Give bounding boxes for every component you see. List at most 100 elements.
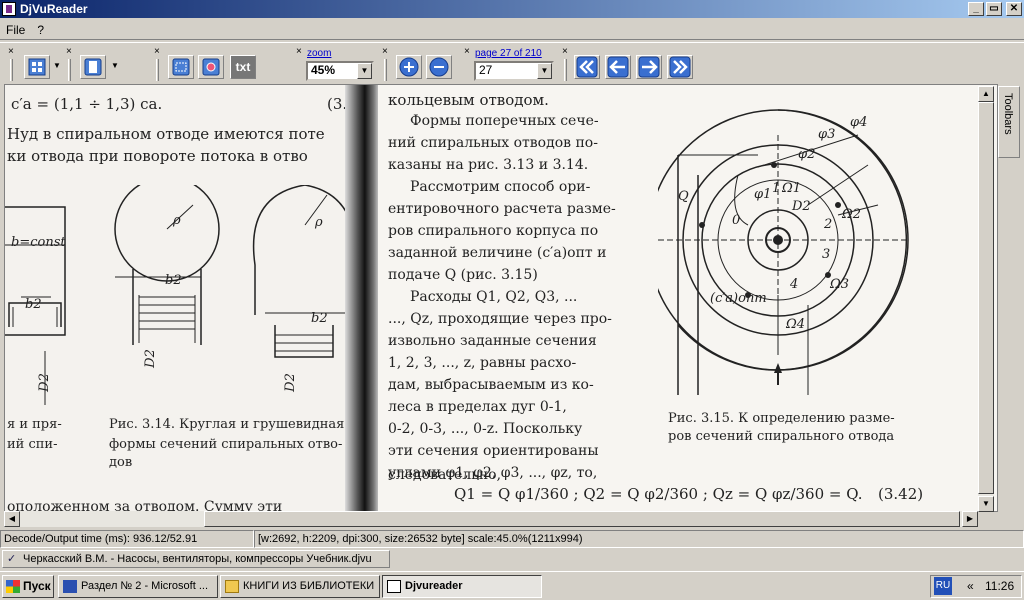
toolbar-close-icon[interactable]: × [296, 47, 306, 57]
prev-page-button[interactable] [605, 55, 631, 79]
taskbar-item-folder[interactable]: КНИГИ ИЗ БИБЛИОТЕКИ [220, 575, 380, 598]
right-text-line: ентировочного расчета разме- [388, 201, 616, 217]
right-text-line: ров спирального корпуса по [388, 223, 599, 239]
horizontal-scroll-thumb[interactable] [204, 511, 960, 527]
horizontal-scrollbar[interactable]: ◀ ▶ [4, 511, 978, 527]
djvu-app-icon [2, 2, 16, 16]
fig-label: 2 [824, 217, 833, 232]
toolbar-close-icon[interactable]: × [66, 47, 76, 57]
document-tab-bar: ✓ Черкасский В.М. - Насосы, вентиляторы,… [0, 549, 1024, 569]
toolbar-grip[interactable] [156, 59, 159, 81]
system-tray: « 11:26 [930, 575, 1022, 598]
b2-label: b2 [311, 311, 328, 326]
title-bar: DjVuReader _ ▭ ✕ [0, 0, 1024, 18]
fig-label: Ω4 [786, 317, 806, 332]
right-text-line: казаны на рис. 3.13 и 3.14. [388, 157, 589, 173]
right-text-line: ..., Qz, проходящие через про- [388, 311, 612, 327]
tray-expand-icon[interactable]: « [967, 576, 974, 597]
right-text-line: заданной величине (c′a)опт и [388, 245, 607, 261]
last-page-icon [669, 56, 691, 78]
menu-file[interactable]: File [0, 23, 31, 37]
image-button[interactable] [198, 55, 224, 79]
djvu-app-icon [387, 580, 401, 593]
right-text-line: ний спиральных отводов по- [388, 135, 598, 151]
formula-3-42: Q1 = Q φ1/360 ; Q2 = Q φ2/360 ; Qz = Q φ… [454, 485, 863, 503]
taskbar-item-djvureader[interactable]: Djvureader [382, 575, 542, 598]
page-view-button[interactable] [80, 55, 106, 79]
fig-label: D2 [792, 199, 811, 214]
d2-label: D2 [36, 373, 52, 392]
b2-label: b2 [25, 297, 42, 312]
toolbars-tab-label: Toolbars [1002, 93, 1014, 135]
maximize-button[interactable]: ▭ [986, 2, 1002, 16]
zoom-dropdown-icon[interactable]: ▼ [357, 63, 372, 79]
zoom-out-button[interactable] [426, 55, 452, 79]
select-button[interactable] [168, 55, 194, 79]
page-dropdown-icon[interactable]: ▼ [111, 61, 119, 70]
zoom-value: 45% [311, 63, 336, 77]
right-text-line: Формы поперечных сече- [410, 113, 599, 129]
start-button[interactable]: Пуск [2, 575, 54, 598]
fig-label: 0 [732, 213, 741, 228]
figure-3-14-caption: дов [109, 455, 133, 470]
d2-label: D2 [142, 349, 158, 368]
status-bar: Decode/Output time (ms): 936.12/52.91 [w… [0, 530, 1024, 548]
toolbar-grip[interactable] [564, 59, 567, 81]
fig-label: φ4 [850, 115, 868, 130]
toolbars-side-tab[interactable]: Toolbars [998, 86, 1020, 158]
first-page-icon [576, 56, 598, 78]
last-page-button[interactable] [667, 55, 693, 79]
zoom-select[interactable]: 45% ▼ [306, 61, 374, 81]
first-page-button[interactable] [574, 55, 600, 79]
text-button[interactable]: txt [230, 55, 256, 79]
fig-label: Ω2 [842, 207, 862, 222]
fig-label: φ1 [754, 187, 772, 202]
menu-help[interactable]: ? [31, 23, 50, 37]
toolbar-grip[interactable] [384, 59, 387, 81]
next-page-button[interactable] [636, 55, 662, 79]
left-caption-fragment: ий спи- [7, 437, 58, 452]
document-view[interactable]: c′a = (1,1 ÷ 1,3) ca. (3. Hуд в спиральн… [4, 84, 998, 512]
scroll-right-icon[interactable]: ▶ [962, 511, 978, 527]
scroll-left-icon[interactable]: ◀ [4, 511, 20, 527]
zoom-out-icon [429, 57, 449, 77]
minimize-button[interactable]: _ [968, 2, 984, 16]
page-value: 27 [479, 63, 493, 77]
layout-dropdown-icon[interactable]: ▼ [53, 61, 61, 70]
right-top-line: кольцевым отводом. [388, 91, 549, 109]
layout-button[interactable] [24, 55, 50, 79]
close-button[interactable]: ✕ [1006, 2, 1022, 16]
taskbar-item-word[interactable]: Раздел № 2 - Microsoft ... [58, 575, 218, 598]
document-tab[interactable]: ✓ Черкасский В.М. - Насосы, вентиляторы,… [2, 550, 390, 568]
toolbar-close-icon[interactable]: × [562, 47, 572, 57]
b2-label: b2 [165, 273, 182, 288]
toolbar-close-icon[interactable]: × [464, 47, 474, 57]
vertical-scrollbar[interactable]: ▲ ▼ [978, 86, 994, 512]
rho-label: ρ [173, 213, 181, 228]
windows-logo-icon [6, 580, 20, 593]
figure-3-14-caption: формы сечений спиральных отво- [109, 437, 343, 452]
toolbar-close-icon[interactable]: × [154, 47, 164, 57]
toolbar-grip[interactable] [10, 59, 13, 81]
next-page-icon [638, 56, 660, 78]
right-text-line: леса в пределах дуг 0-1, [388, 399, 567, 415]
document-check-icon: ✓ [7, 553, 17, 565]
scroll-up-icon[interactable]: ▲ [978, 86, 994, 102]
menu-bar: File ? [0, 20, 1024, 40]
fig-label: φ3 [818, 127, 836, 142]
toolbar-close-icon[interactable]: × [8, 47, 18, 57]
zoom-in-button[interactable] [396, 55, 422, 79]
b-const-label: b=const [11, 235, 66, 250]
left-text-line: Hуд в спиральном отводе имеются поте [7, 125, 325, 143]
scroll-down-icon[interactable]: ▼ [978, 496, 994, 512]
fig-label: Ω1 [782, 181, 802, 196]
right-text-line: 1, 2, 3, ..., z, равны расхо- [388, 355, 577, 371]
book-spine-shadow [345, 85, 381, 511]
fig-label: φ2 [798, 147, 816, 162]
page-dropdown-icon[interactable]: ▼ [537, 63, 552, 79]
page-select[interactable]: 27 ▼ [474, 61, 554, 81]
vertical-scroll-thumb[interactable] [978, 102, 994, 494]
toolbar-grip[interactable] [68, 59, 71, 81]
fig-label: (c′a)опт [710, 291, 767, 306]
toolbar-close-icon[interactable]: × [382, 47, 392, 57]
